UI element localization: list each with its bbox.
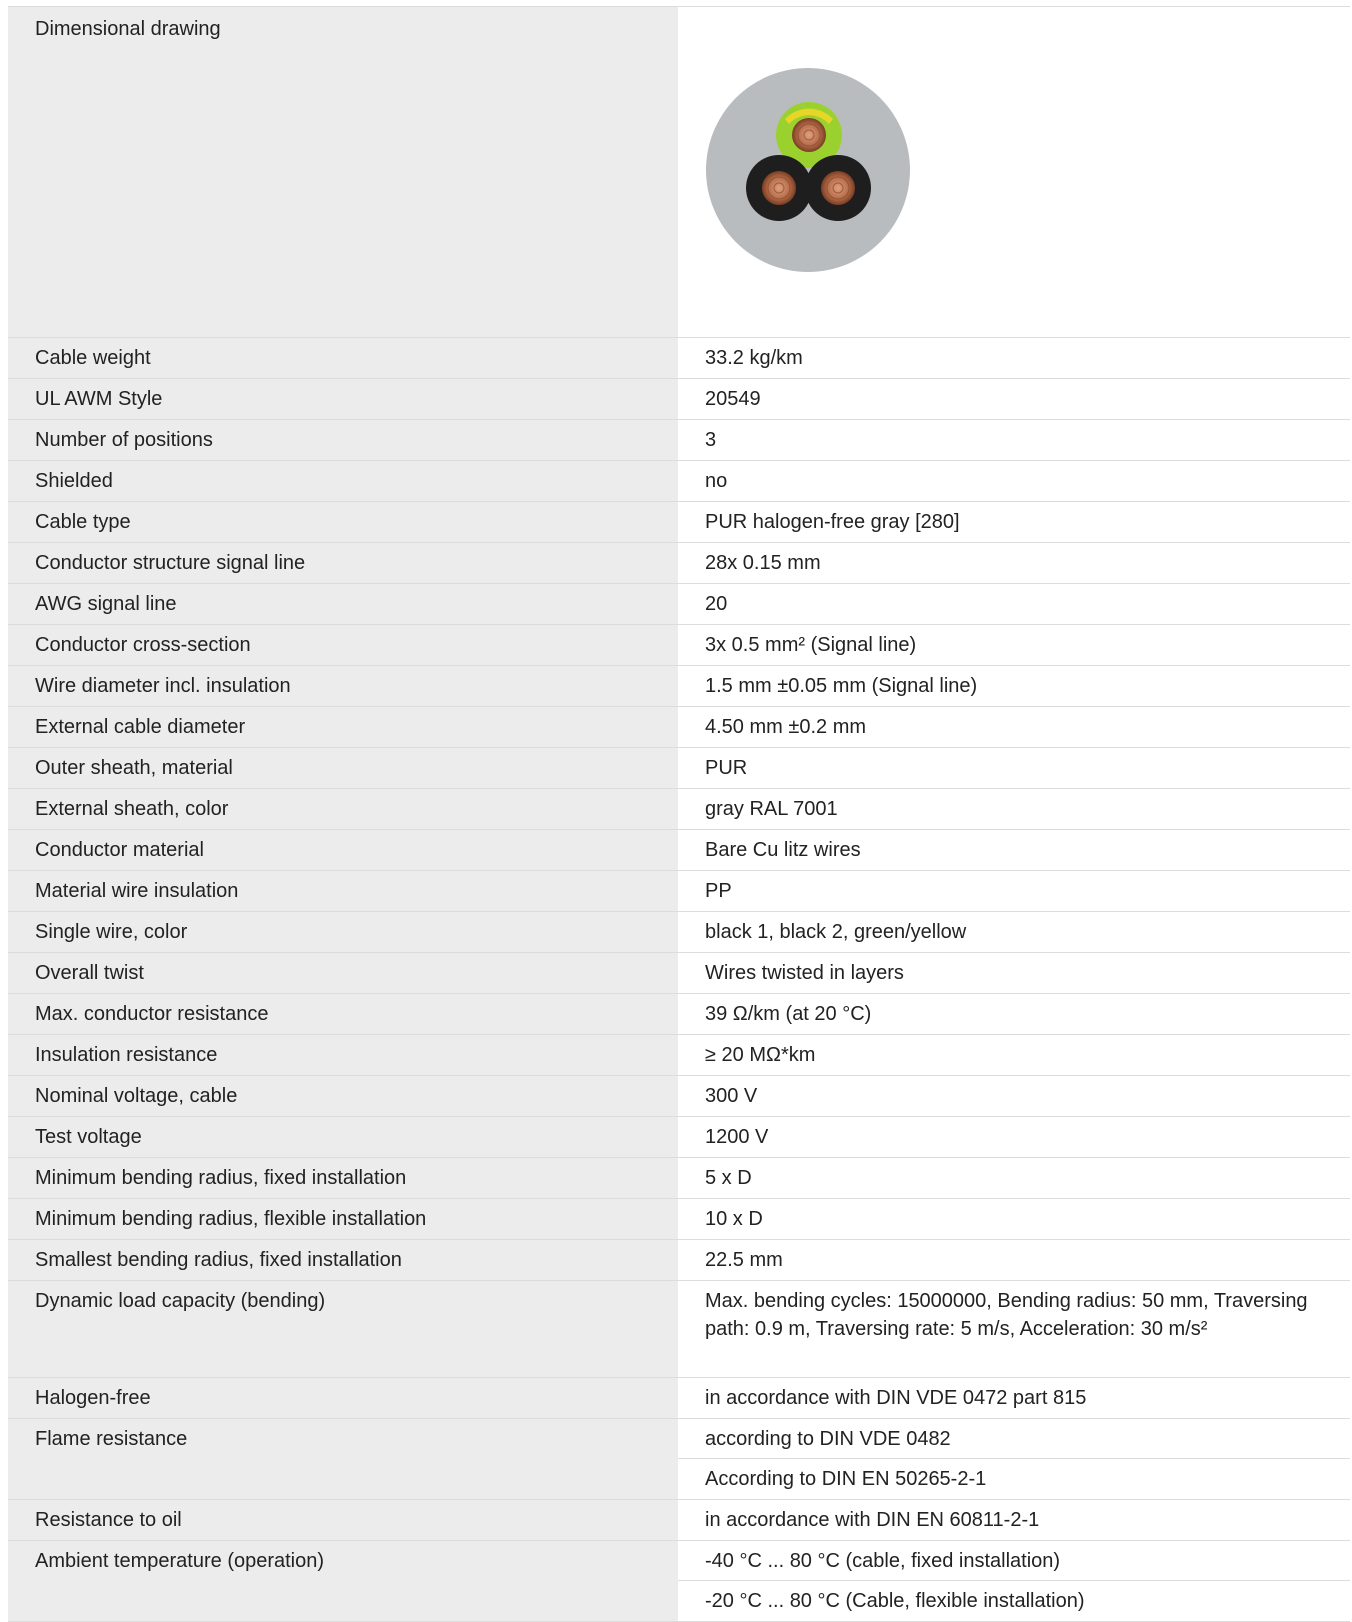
row-min-bending-radius-fixed: Minimum bending radius, fixed installati… <box>8 1158 1350 1199</box>
row-value: According to DIN EN 50265-2-1 <box>705 1468 987 1490</box>
row-halogen-free: Halogen-free in accordance with DIN VDE … <box>8 1378 1350 1419</box>
row-value: 3x 0.5 mm² (Signal line) <box>678 625 1350 665</box>
row-ul-awm-style: UL AWM Style 20549 <box>8 379 1350 420</box>
row-value: 10 x D <box>678 1199 1350 1239</box>
copper-conductor <box>821 171 855 205</box>
row-value: 4.50 mm ±0.2 mm <box>678 707 1350 747</box>
row-cable-type: Cable type PUR halogen-free gray [280] <box>8 502 1350 543</box>
row-value: 33.2 kg/km <box>678 338 1350 378</box>
row-value: according to DIN VDE 0482 <box>678 1419 1350 1459</box>
row-label: Test voltage <box>8 1117 678 1157</box>
row-label: Wire diameter incl. insulation <box>8 666 678 706</box>
value-group: according to DIN VDE 0482 According to D… <box>678 1419 1350 1499</box>
row-value: in accordance with DIN VDE 0472 part 815 <box>678 1378 1350 1418</box>
row-label: AWG signal line <box>8 584 678 624</box>
row-value: gray RAL 7001 <box>678 789 1350 829</box>
row-label: Number of positions <box>8 420 678 460</box>
row-max-conductor-resistance: Max. conductor resistance 39 Ω/km (at 20… <box>8 994 1350 1035</box>
row-resistance-to-oil: Resistance to oil in accordance with DIN… <box>8 1500 1350 1541</box>
row-value: PUR <box>678 748 1350 788</box>
copper-conductor <box>762 171 796 205</box>
row-label: Max. conductor resistance <box>8 994 678 1034</box>
row-value: black 1, black 2, green/yellow <box>678 912 1350 952</box>
row-dimensional-drawing: Dimensional drawing <box>8 7 1350 338</box>
spec-table: Dimensional drawing Cable weight 33.2 kg… <box>8 6 1350 1622</box>
row-shielded: Shielded no <box>8 461 1350 502</box>
row-ambient-temperature: Ambient temperature (operation) -40 °C .… <box>8 1541 1350 1622</box>
row-label: Cable type <box>8 502 678 542</box>
row-label: UL AWM Style <box>8 379 678 419</box>
row-dynamic-load-capacity: Dynamic load capacity (bending) Max. ben… <box>8 1281 1350 1378</box>
row-label: Ambient temperature (operation) <box>8 1541 678 1621</box>
row-label: Minimum bending radius, flexible install… <box>8 1199 678 1239</box>
row-value: 300 V <box>678 1076 1350 1116</box>
row-value: ≥ 20 MΩ*km <box>678 1035 1350 1075</box>
row-external-cable-diameter: External cable diameter 4.50 mm ±0.2 mm <box>8 707 1350 748</box>
row-value: Bare Cu litz wires <box>678 830 1350 870</box>
row-value: PP <box>678 871 1350 911</box>
row-value: 5 x D <box>678 1158 1350 1198</box>
row-label: Cable weight <box>8 338 678 378</box>
row-conductor-cross-section: Conductor cross-section 3x 0.5 mm² (Sign… <box>8 625 1350 666</box>
row-label: Nominal voltage, cable <box>8 1076 678 1116</box>
row-label: Dynamic load capacity (bending) <box>8 1281 678 1377</box>
row-test-voltage: Test voltage 1200 V <box>8 1117 1350 1158</box>
row-label: External cable diameter <box>8 707 678 747</box>
row-wire-diameter: Wire diameter incl. insulation 1.5 mm ±0… <box>8 666 1350 707</box>
row-label: Insulation resistance <box>8 1035 678 1075</box>
row-label: External sheath, color <box>8 789 678 829</box>
row-label: Resistance to oil <box>8 1500 678 1540</box>
row-value: 39 Ω/km (at 20 °C) <box>678 994 1350 1034</box>
row-value: 20549 <box>678 379 1350 419</box>
row-value: 1200 V <box>678 1117 1350 1157</box>
row-value: in accordance with DIN EN 60811-2-1 <box>678 1500 1350 1540</box>
row-label: Outer sheath, material <box>8 748 678 788</box>
row-insulation-resistance: Insulation resistance ≥ 20 MΩ*km <box>8 1035 1350 1076</box>
row-conductor-structure: Conductor structure signal line 28x 0.15… <box>8 543 1350 584</box>
row-label: Conductor cross-section <box>8 625 678 665</box>
row-label: Single wire, color <box>8 912 678 952</box>
row-label: Overall twist <box>8 953 678 993</box>
row-nominal-voltage: Nominal voltage, cable 300 V <box>8 1076 1350 1117</box>
row-awg-signal-line: AWG signal line 20 <box>8 584 1350 625</box>
row-min-bending-radius-flexible: Minimum bending radius, flexible install… <box>8 1199 1350 1240</box>
row-outer-sheath-material: Outer sheath, material PUR <box>8 748 1350 789</box>
row-value: PUR halogen-free gray [280] <box>678 502 1350 542</box>
row-label: Shielded <box>8 461 678 501</box>
row-label: Halogen-free <box>8 1378 678 1418</box>
row-smallest-bending-radius: Smallest bending radius, fixed installat… <box>8 1240 1350 1281</box>
row-material-wire-insulation: Material wire insulation PP <box>8 871 1350 912</box>
cable-cross-section-drawing <box>706 68 910 272</box>
row-value: Max. bending cycles: 15000000, Bending r… <box>678 1281 1350 1377</box>
value-group: -40 °C ... 80 °C (cable, fixed installat… <box>678 1541 1350 1621</box>
row-label: Conductor material <box>8 830 678 870</box>
row-overall-twist: Overall twist Wires twisted in layers <box>8 953 1350 994</box>
row-conductor-material: Conductor material Bare Cu litz wires <box>8 830 1350 871</box>
row-single-wire-color: Single wire, color black 1, black 2, gre… <box>8 912 1350 953</box>
row-label: Smallest bending radius, fixed installat… <box>8 1240 678 1280</box>
row-cable-weight: Cable weight 33.2 kg/km <box>8 338 1350 379</box>
row-value: 1.5 mm ±0.05 mm (Signal line) <box>678 666 1350 706</box>
copper-conductor <box>792 118 826 152</box>
row-value: Wires twisted in layers <box>678 953 1350 993</box>
row-value: 3 <box>678 420 1350 460</box>
cable-sheath <box>706 68 910 272</box>
row-label: Material wire insulation <box>8 871 678 911</box>
row-flame-resistance: Flame resistance according to DIN VDE 04… <box>8 1419 1350 1500</box>
row-value: 20 <box>678 584 1350 624</box>
row-value: 28x 0.15 mm <box>678 543 1350 583</box>
row-label: Conductor structure signal line <box>8 543 678 583</box>
row-value: 22.5 mm <box>678 1240 1350 1280</box>
row-label: Dimensional drawing <box>8 7 678 337</box>
row-value: -40 °C ... 80 °C (cable, fixed installat… <box>678 1541 1350 1581</box>
row-value: -20 °C ... 80 °C (Cable, flexible instal… <box>705 1590 1085 1612</box>
row-external-sheath-color: External sheath, color gray RAL 7001 <box>8 789 1350 830</box>
row-number-of-positions: Number of positions 3 <box>8 420 1350 461</box>
row-label: Minimum bending radius, fixed installati… <box>8 1158 678 1198</box>
row-value: no <box>678 461 1350 501</box>
row-label: Flame resistance <box>8 1419 678 1499</box>
